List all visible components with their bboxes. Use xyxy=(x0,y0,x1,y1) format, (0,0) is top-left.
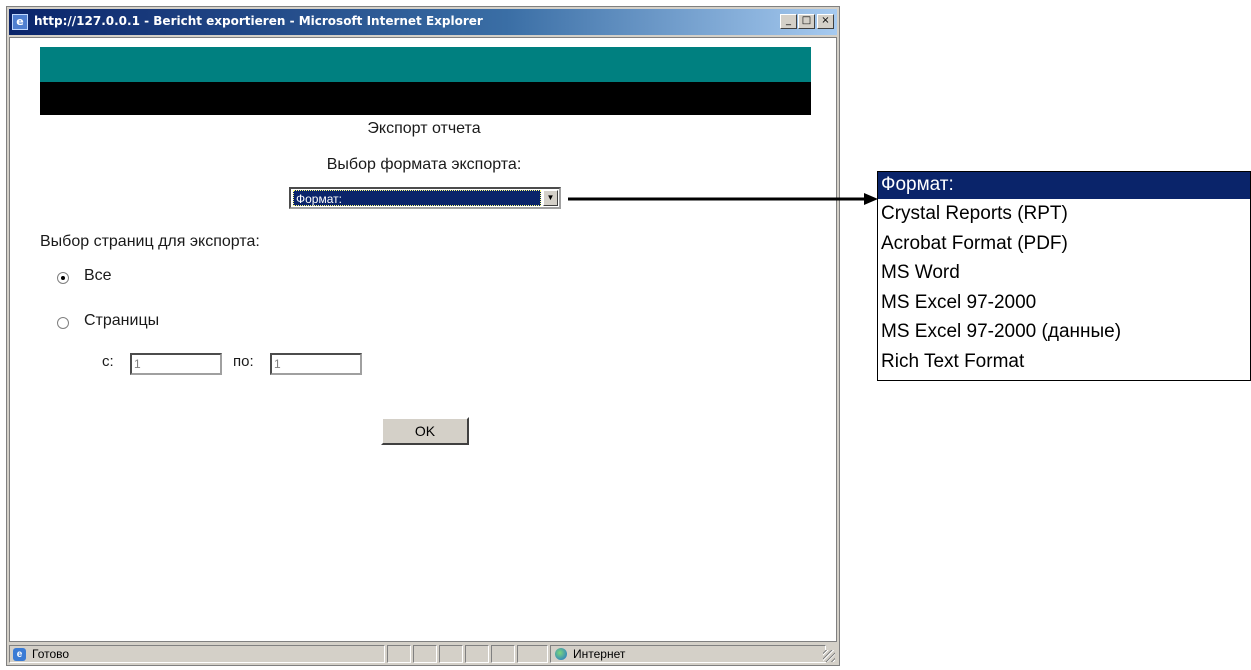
status-panel: e Готово xyxy=(9,645,385,663)
radio-all[interactable] xyxy=(57,272,69,284)
arrow-head-icon xyxy=(864,193,878,205)
chevron-down-icon[interactable]: ▼ xyxy=(543,190,558,206)
status-cell xyxy=(439,645,463,663)
dropdown-option[interactable]: Acrobat Format (PDF) xyxy=(878,229,1250,259)
radio-all-label[interactable]: Все xyxy=(84,267,112,285)
arrow-connector xyxy=(568,193,878,205)
globe-icon xyxy=(555,648,567,660)
page-content: Экспорт отчета Выбор формата экспорта: Ф… xyxy=(9,37,837,642)
title-bar[interactable]: e http://127.0.0.1 - Bericht exportieren… xyxy=(9,9,837,35)
radio-dot-icon xyxy=(61,276,65,280)
dropdown-option[interactable]: Crystal Reports (RPT) xyxy=(878,199,1250,229)
dropdown-option[interactable]: MS Word xyxy=(878,258,1250,288)
ie-window: e http://127.0.0.1 - Bericht exportieren… xyxy=(6,6,840,666)
minimize-button[interactable]: _ xyxy=(780,14,797,29)
window-title: http://127.0.0.1 - Bericht exportieren -… xyxy=(34,14,483,28)
zone-text: Интернет xyxy=(573,647,626,661)
format-selected-value: Формат: xyxy=(293,190,541,206)
status-cell xyxy=(517,645,548,663)
format-label: Выбор формата экспорта: xyxy=(326,156,522,173)
page-title: Экспорт отчета xyxy=(367,120,481,137)
ie-page-icon: e xyxy=(12,14,28,30)
ok-button[interactable]: OK xyxy=(381,417,469,445)
to-page-input[interactable]: 1 xyxy=(270,353,362,375)
status-cell xyxy=(413,645,437,663)
status-text: Готово xyxy=(32,647,70,661)
radio-pages[interactable] xyxy=(57,317,69,329)
status-cell xyxy=(465,645,489,663)
status-cell xyxy=(387,645,411,663)
status-cell xyxy=(491,645,515,663)
to-label: по: xyxy=(233,353,254,370)
banner-black xyxy=(40,82,811,115)
pages-label: Выбор страниц для экспорта: xyxy=(40,233,260,250)
dropdown-option[interactable]: Формат: xyxy=(878,172,1250,199)
from-page-input[interactable]: 1 xyxy=(130,353,222,375)
dropdown-option[interactable]: MS Excel 97-2000 (данные) xyxy=(878,317,1250,347)
format-dropdown-list[interactable]: Формат: Crystal Reports (RPT) Acrobat Fo… xyxy=(877,171,1251,381)
maximize-button[interactable]: □ xyxy=(798,14,815,29)
close-button[interactable]: × xyxy=(817,14,834,29)
banner-teal xyxy=(40,47,811,82)
status-bar: e Готово Интернет xyxy=(9,644,837,664)
resize-grip-icon[interactable] xyxy=(823,650,835,662)
format-select[interactable]: Формат: ▼ xyxy=(289,187,561,209)
dropdown-option[interactable]: Rich Text Format xyxy=(878,347,1250,377)
from-label: с: xyxy=(102,353,114,370)
ie-page-icon: e xyxy=(13,648,26,661)
dropdown-option[interactable]: MS Excel 97-2000 xyxy=(878,288,1250,318)
radio-pages-label[interactable]: Страницы xyxy=(84,312,159,330)
security-zone-panel: Интернет xyxy=(550,645,826,663)
